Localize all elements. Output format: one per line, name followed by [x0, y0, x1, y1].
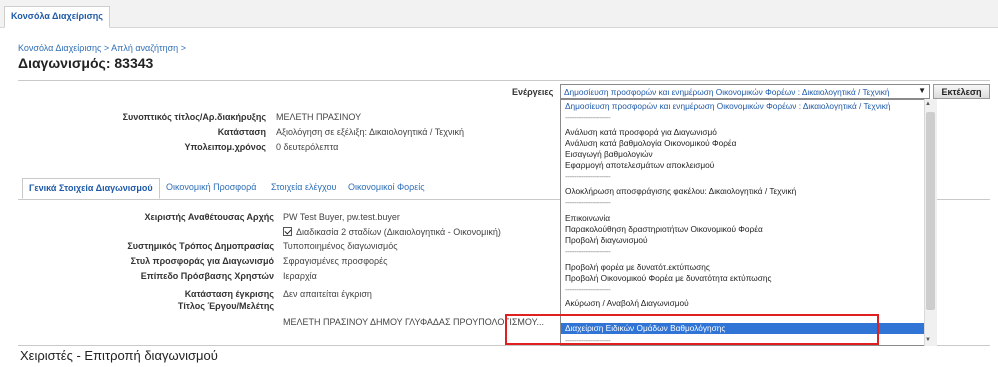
summary-title-label: Συνοπτικός τίτλος/Αρ.διακήρυξης	[122, 112, 266, 122]
breadcrumb-separator: >	[180, 43, 186, 53]
top-bar: Κονσόλα Διαχείρισης	[0, 0, 998, 28]
dropdown-option[interactable]: Ακύρωση / Αναβολή Διαγωνισμού	[565, 298, 689, 308]
dropdown-option[interactable]: Επικοινωνία	[565, 213, 610, 223]
dropdown-option[interactable]: Παρακολούθηση δραστηριοτήτων Οικονομικού…	[565, 224, 763, 234]
dropdown-option[interactable]: Προβολή φορέα με δυνατότ.εκτύπωσης	[565, 262, 710, 272]
dropdown-separator: --------------------	[565, 171, 611, 181]
dropdown-option[interactable]: Ανάλυση κατά προσφορά για Διαγωνισμό	[565, 127, 717, 137]
scroll-down-icon[interactable]: ▼	[925, 337, 931, 343]
scrollbar-thumb[interactable]	[926, 112, 935, 310]
access-label: Επίπεδο Πρόσβασης Χρηστών	[140, 271, 274, 281]
dropdown-option[interactable]: Ολοκλήρωση αποσφράγισης φακέλου: Δικαιολ…	[565, 186, 796, 196]
dropdown-option[interactable]: Ανάλυση κατά βαθμολογία Οικονομικού Φορέ…	[565, 138, 736, 148]
dropdown-option[interactable]: Προβολή Οικονομικού Φορέα με δυνατότητα …	[565, 273, 772, 283]
actions-selected-value: Δημοσίευση προσφορών και ενημέρωση Οικον…	[564, 87, 890, 97]
dropdown-option[interactable]: Προβολή διαγωνισμού	[565, 235, 648, 245]
approval-label: Κατάσταση έγκρισης	[184, 289, 274, 299]
dropdown-separator: --------------------	[565, 284, 611, 294]
summary-status-value: Αξιολόγηση σε εξέλιξη: Δικαιολογητικά / …	[276, 127, 465, 137]
dropdown-separator: --------------------	[565, 112, 611, 122]
highlight-annotation-box	[505, 314, 879, 345]
summary-remaining-label: Υπολειπομ.χρόνος	[184, 142, 267, 152]
manager-value: PW Test Buyer, pw.test.buyer	[283, 212, 400, 222]
style-value: Σφραγισμένες προσφορές	[283, 256, 388, 266]
access-value: Ιεραρχία	[283, 271, 317, 281]
summary-title-value: ΜΕΛΕΤΗ ΠΡΑΣΙΝΟΥ	[276, 112, 362, 122]
breadcrumb: Κονσόλα Διαχείρισης > Απλή αναζήτηση >	[18, 43, 186, 53]
breadcrumb-separator: >	[103, 43, 110, 53]
manager-label: Χειριστής Αναθέτουσας Αρχής	[144, 212, 274, 222]
scroll-up-icon[interactable]: ▲	[925, 101, 931, 107]
tab-general[interactable]: Γενικά Στοιχεία Διαγωνισμού	[22, 178, 160, 199]
dropdown-option[interactable]: Εισαγωγή βαθμολογιών	[565, 149, 653, 159]
tab-admin-console[interactable]: Κονσόλα Διαχείρισης	[4, 6, 110, 28]
dropdown-arrow-icon: ▼	[918, 86, 926, 95]
actions-label: Ενέργειες	[512, 87, 554, 97]
two-stage-label: Διαδικασία 2 σταδίων (Δικαιολογητικά - Ο…	[296, 227, 501, 237]
style-label: Στυλ προσφοράς για Διαγωνισμό	[130, 256, 274, 266]
tab-financial-offer[interactable]: Οικονομική Προσφορά	[166, 182, 256, 192]
tab-control-data[interactable]: Στοιχεία ελέγχου	[271, 182, 336, 192]
method-label: Συστημικός Τρόπος Δημοπρασίας	[127, 241, 274, 251]
breadcrumb-console[interactable]: Κονσόλα Διαχείρισης	[18, 43, 101, 53]
summary-remaining-value: 0 δευτερόλεπτα	[276, 142, 339, 152]
breadcrumb-simple-search[interactable]: Απλή αναζήτηση	[111, 43, 178, 53]
method-value: Τυποποιημένος διαγωνισμός	[283, 241, 398, 251]
section-title: Χειριστές - Επιτροπή διαγωνισμού	[20, 348, 218, 363]
summary-status-label: Κατάσταση	[217, 127, 266, 137]
dropdown-option[interactable]: Εφαρμογή αποτελεσμάτων αποκλεισμού	[565, 160, 714, 170]
divider	[18, 80, 990, 81]
actions-dropdown-list[interactable]: Δημοσίευση προσφορών και ενημέρωση Οικον…	[560, 99, 937, 346]
dropdown-separator: --------------------	[565, 246, 611, 256]
actions-select[interactable]: Δημοσίευση προσφορών και ενημέρωση Οικον…	[560, 84, 930, 99]
two-stage-checkbox-row: Διαδικασία 2 σταδίων (Δικαιολογητικά - Ο…	[283, 227, 501, 237]
checkbox-checked-icon[interactable]	[283, 227, 292, 236]
approval-value: Δεν απαιτείται έγκριση	[283, 289, 372, 299]
dropdown-separator: --------------------	[565, 197, 611, 207]
tab-economic-operators[interactable]: Οικονομικοί Φορείς	[348, 182, 425, 192]
dropdown-option[interactable]: Δημοσίευση προσφορών και ενημέρωση Οικον…	[565, 101, 890, 111]
project-label: Τίτλος Έργου/Μελέτης	[177, 301, 274, 311]
page-title: Διαγωνισμός: 83343	[18, 55, 154, 71]
execute-button[interactable]: Εκτέλεση	[933, 84, 990, 99]
